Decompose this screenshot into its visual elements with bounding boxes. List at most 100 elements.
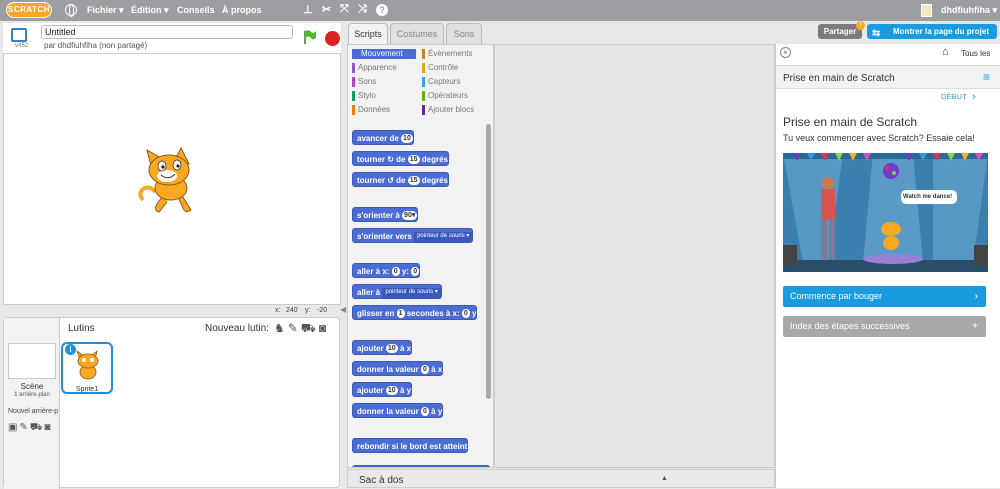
new-sprite-tools[interactable]: ♞✎⛟◙: [274, 321, 329, 337]
category-label: Sons: [358, 77, 377, 86]
scene-label: Scène: [20, 382, 44, 391]
version-label: v452: [15, 43, 29, 49]
category-color-swatch: [422, 49, 425, 59]
see-project-page-button[interactable]: ⇆ Montrer la page du projet: [867, 24, 997, 39]
category-données[interactable]: Données: [352, 105, 390, 115]
category-label: Stylo: [358, 91, 376, 100]
block-set-y[interactable]: donner la valeur 0 à y: [352, 403, 444, 418]
sprite-cat-icon: [76, 349, 99, 380]
green-flag-icon[interactable]: [303, 30, 317, 44]
category-label: Capteurs: [428, 77, 461, 86]
category-label: Contrôle: [428, 63, 459, 72]
user-avatar-icon[interactable]: [921, 4, 932, 17]
delete-scissors-icon[interactable]: ✂: [322, 3, 331, 16]
category-color-swatch: [352, 91, 355, 101]
username-menu[interactable]: dhdfiuhfiha ▾: [941, 5, 997, 16]
block-glide[interactable]: glisser en 1 secondes à x: 0 y: [352, 305, 478, 320]
help-icon[interactable]: ?: [376, 4, 388, 16]
step-index-label: Index des étapes successives: [790, 321, 910, 331]
scratch-cat-sprite[interactable]: [137, 142, 209, 217]
category-opérateurs[interactable]: Opérateurs: [422, 91, 468, 101]
project-title-input[interactable]: Untitled: [41, 25, 293, 39]
block-goto-xy[interactable]: aller à x: 0 y: 0: [352, 263, 421, 278]
sprite-thumbnail[interactable]: i Sprite1: [61, 342, 113, 394]
block-change-y[interactable]: ajouter 10 à y: [352, 382, 413, 397]
scratch-logo[interactable]: SCRATCH: [6, 2, 52, 18]
category-capteurs[interactable]: Capteurs: [422, 77, 460, 87]
tab-scripts[interactable]: Scripts: [348, 23, 388, 44]
category-color-swatch: [352, 49, 355, 59]
chevron-right-icon: ›: [974, 291, 978, 302]
start-moving-label: Commence par bouger: [790, 291, 883, 301]
menu-edit[interactable]: Édition ▾: [131, 5, 169, 16]
menu-tips[interactable]: Conseils: [177, 5, 215, 15]
start-moving-button[interactable]: Commence par bouger ›: [783, 286, 986, 307]
tips-title: Prise en main de Scratch: [783, 115, 918, 129]
start-link[interactable]: DÉBUT: [941, 94, 967, 101]
block-move[interactable]: avancer de 10: [352, 130, 414, 145]
all-tips-link[interactable]: Tous les: [961, 49, 990, 58]
block-set-x[interactable]: donner la valeur 0 à x: [352, 361, 444, 376]
stage[interactable]: [3, 53, 341, 305]
block-change-x[interactable]: ajouter 10 à x: [352, 340, 413, 355]
scene-column: Scène 1 arrière-plan Nouvel arrière-p ▣✎…: [4, 318, 60, 489]
project-page-icon: ⇆: [872, 28, 881, 39]
block-turn-left[interactable]: tourner ↺ de 15 degrés: [352, 172, 449, 187]
category-sons[interactable]: Sons: [352, 77, 376, 87]
duplicate-stamp-icon[interactable]: ⊥: [303, 3, 313, 16]
block-turn-right[interactable]: tourner ↻ de 15 degrés: [352, 151, 449, 166]
category-label: Mouvement: [361, 49, 403, 58]
x-coord-label: x:: [275, 307, 281, 314]
hamburger-menu-icon[interactable]: ≡: [983, 70, 990, 84]
chevron-right-icon[interactable]: ›: [972, 91, 976, 103]
shrink-icon[interactable]: ⤨: [358, 3, 367, 16]
tips-header: Prise en main de Scratch ≡: [776, 65, 1000, 89]
dance-illustration: Watch me dance!: [783, 153, 988, 272]
menu-about[interactable]: À propos: [222, 5, 262, 15]
stop-icon[interactable]: [325, 31, 340, 46]
category-label: Évènements: [428, 49, 473, 58]
backpack-arrow-icon[interactable]: ▲: [661, 475, 668, 482]
block-bounce[interactable]: rebondir si le bord est atteint: [352, 438, 469, 453]
scripts-area[interactable]: [494, 44, 775, 468]
category-apparence[interactable]: Apparence: [352, 63, 397, 73]
category-contrôle[interactable]: Contrôle: [422, 63, 458, 73]
grow-icon[interactable]: ⤧: [340, 3, 349, 16]
category-color-swatch: [352, 77, 355, 87]
fullscreen-icon[interactable]: [11, 28, 27, 42]
globe-icon[interactable]: [65, 4, 77, 17]
home-icon[interactable]: ⌂: [942, 46, 949, 58]
backpack[interactable]: Sac à dos ▲: [347, 469, 775, 488]
close-icon[interactable]: ×: [780, 47, 791, 58]
block-partial[interactable]: [352, 465, 490, 467]
backpack-label: Sac à dos: [359, 475, 404, 486]
category-évènements[interactable]: Évènements: [422, 49, 472, 59]
block-point-towards[interactable]: s'orienter vers pointeur de souris ▾: [352, 228, 474, 243]
category-ajouter-blocs[interactable]: Ajouter blocs: [422, 105, 474, 115]
tab-sounds[interactable]: Sons: [446, 23, 482, 44]
stage-header: v452 Untitled par dhdfiuhfiha (non parta…: [3, 23, 341, 53]
category-color-swatch: [422, 77, 425, 87]
menu-bar: SCRATCH Fichier ▾ Édition ▾ Conseils À p…: [0, 0, 1000, 21]
category-label: Apparence: [358, 63, 397, 72]
category-label: Données: [358, 105, 391, 114]
category-color-swatch: [422, 63, 425, 73]
tips-panel: × ⌂ Tous les Prise en main de Scratch ≡ …: [775, 44, 1000, 488]
category-mouvement[interactable]: Mouvement: [352, 49, 416, 59]
collapse-arrow-icon[interactable]: ◀: [340, 305, 346, 314]
tab-costumes[interactable]: Costumes: [390, 23, 444, 44]
sprite-pane: Scène 1 arrière-plan Nouvel arrière-p ▣✎…: [3, 317, 340, 489]
step-index-button[interactable]: Index des étapes successives +: [783, 316, 986, 337]
stage-thumbnail[interactable]: [8, 343, 56, 379]
palette-scrollbar[interactable]: [486, 124, 491, 399]
project-byline: par dhdfiuhfiha (non partagé): [44, 41, 148, 50]
block-goto[interactable]: aller à pointeur de souris ▾: [352, 284, 442, 299]
backdrop-count: 1 arrière-plan: [14, 392, 50, 398]
menu-file[interactable]: Fichier ▾: [87, 5, 124, 16]
block-point-direction[interactable]: s'orienter à 90▾: [352, 207, 419, 222]
backdrop-tools[interactable]: ▣✎⛟◙: [8, 422, 52, 435]
category-color-swatch: [422, 91, 425, 101]
category-stylo[interactable]: Stylo: [352, 91, 376, 101]
sprite-name: Sprite1: [75, 386, 99, 393]
mouse-coordinates: x: 240 y: -20: [3, 305, 341, 317]
